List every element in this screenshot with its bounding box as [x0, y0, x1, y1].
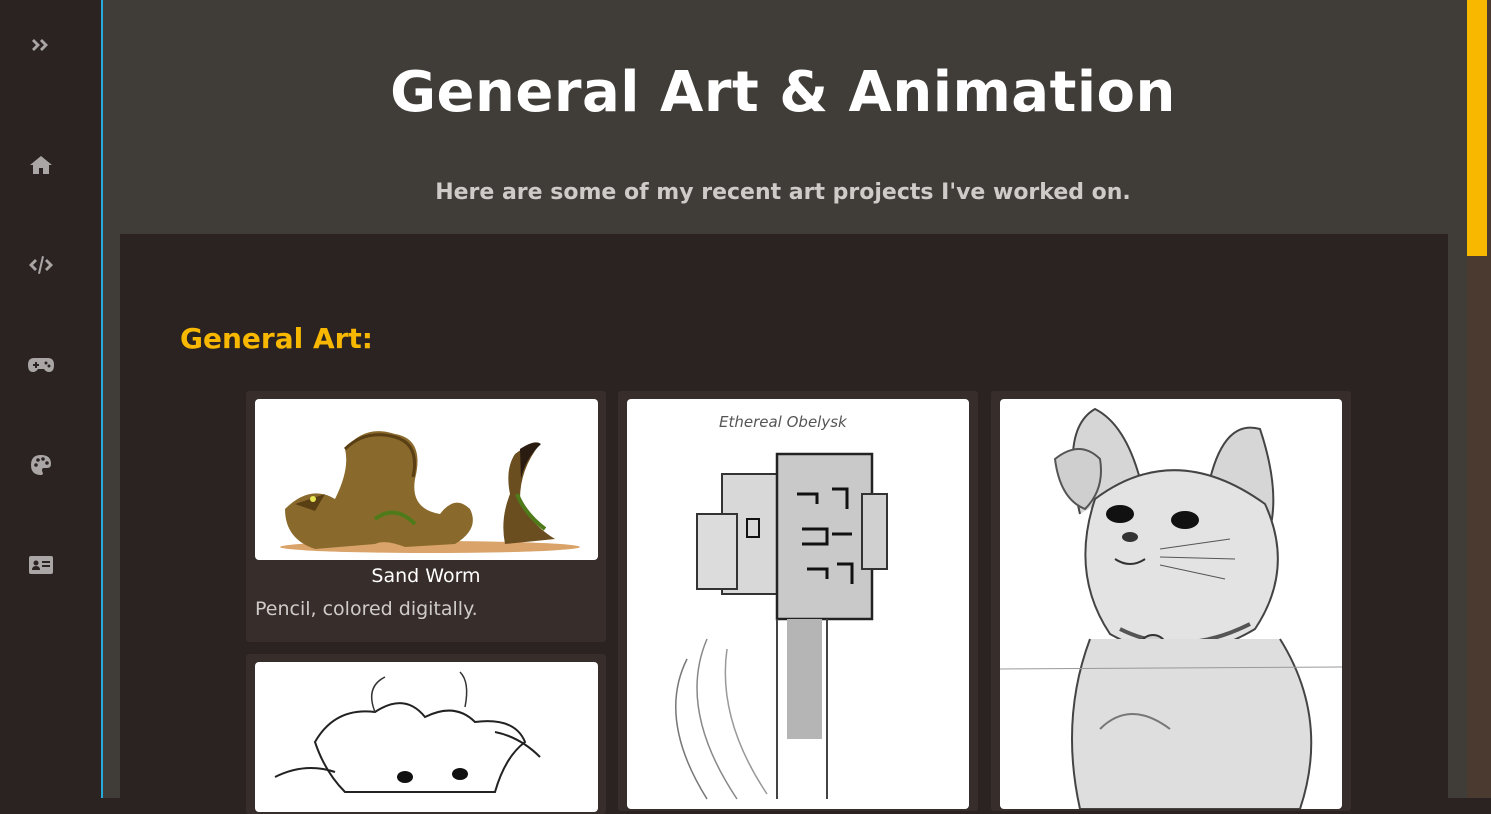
creature-sketch-image[interactable]	[255, 662, 598, 812]
main-content: General Art & Animation Here are some of…	[103, 0, 1467, 814]
art-card-creature[interactable]	[246, 654, 606, 814]
lucky-cat-sketch-image[interactable]	[1000, 399, 1342, 809]
sidebar-item-home[interactable]	[26, 150, 56, 180]
sidebar-nav	[0, 0, 103, 798]
obelysk-caption: Ethereal Obelysk	[719, 413, 848, 431]
page-scrollbar[interactable]	[1467, 0, 1491, 798]
gamepad-icon	[28, 358, 54, 372]
palette-icon	[31, 455, 51, 475]
gallery-panel: General Art: Sand Worm Pencil, colored d…	[120, 234, 1448, 814]
page-title: General Art & Animation	[390, 60, 1176, 125]
sidebar-item-games[interactable]	[26, 350, 56, 380]
card-title: Sand Worm	[371, 565, 481, 587]
code-icon	[29, 256, 53, 274]
page-subtitle: Here are some of my recent art projects …	[435, 180, 1131, 205]
art-card-lucky-cat[interactable]	[991, 391, 1351, 811]
card-description: Pencil, colored digitally.	[255, 598, 478, 620]
home-icon	[30, 156, 52, 174]
section-heading: General Art:	[180, 322, 374, 355]
expand-sidebar-button[interactable]	[26, 30, 56, 60]
id-card-icon	[29, 556, 53, 574]
sidebar-item-art[interactable]	[26, 450, 56, 480]
obelysk-sketch-image[interactable]: Ethereal Obelysk	[627, 399, 969, 809]
art-card-obelysk[interactable]: Ethereal Obelysk	[618, 391, 978, 811]
sidebar-item-contact[interactable]	[26, 550, 56, 580]
scrollbar-thumb[interactable]	[1467, 0, 1487, 256]
sidebar-item-code[interactable]	[26, 250, 56, 280]
art-card-sand-worm[interactable]: Sand Worm Pencil, colored digitally.	[246, 391, 606, 642]
double-chevron-right-icon	[32, 39, 48, 51]
sand-worm-image[interactable]	[255, 399, 598, 560]
